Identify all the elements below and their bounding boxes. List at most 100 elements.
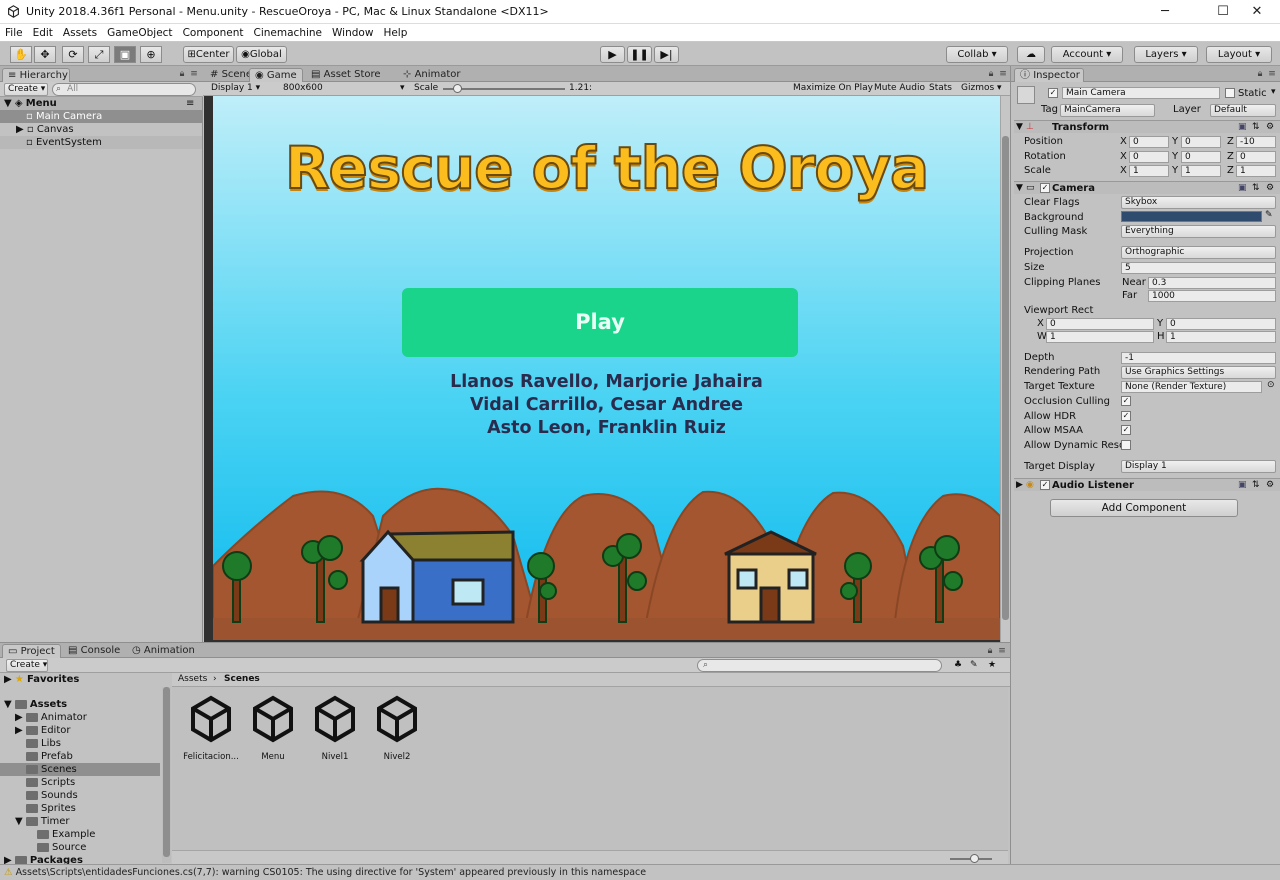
tree-folder-editor[interactable]: ▶ Editor — [0, 724, 160, 737]
tab-inspector[interactable]: ⓘ Inspector — [1014, 68, 1084, 82]
filter-type-icon[interactable]: ♣ — [954, 659, 962, 672]
tree-folder-scenes[interactable]: Scenes — [0, 763, 160, 776]
projection-dropdown[interactable]: Orthographic — [1121, 246, 1276, 259]
asset-scene-nivel2[interactable]: Nivel2 — [368, 695, 426, 762]
hierarchy-item-main-camera[interactable]: ▫ Main Camera — [0, 110, 202, 123]
menu-edit[interactable]: Edit — [28, 24, 58, 42]
object-picker-icon[interactable]: ⊙ — [1267, 379, 1275, 392]
transform-header[interactable]: ▼ ⊥ Transform ▣ ⇅ ⚙ — [1014, 120, 1280, 133]
rotate-tool-icon[interactable]: ⟳ — [62, 46, 84, 63]
audio-listener-header[interactable]: ▶ ◉ ✓ Audio Listener ▣ ⇅ ⚙ — [1014, 478, 1280, 491]
menu-gameobject[interactable]: GameObject — [102, 24, 177, 42]
step-button[interactable]: ▶| — [654, 46, 679, 63]
lock-icon[interactable]: 🔒︎ — [985, 646, 995, 656]
active-checkbox[interactable]: ✓ — [1048, 88, 1058, 98]
tree-folder-prefab[interactable]: Prefab — [0, 750, 160, 763]
rendering-path-dropdown[interactable]: Use Graphics Settings — [1121, 366, 1276, 379]
menu-window[interactable]: Window — [327, 24, 378, 42]
occlusion-culling-checkbox[interactable]: ✓ — [1121, 396, 1131, 406]
favorite-star-icon[interactable]: ★ — [988, 659, 996, 672]
hand-tool-icon[interactable]: ✋ — [10, 46, 32, 63]
scale-slider-thumb[interactable] — [453, 84, 462, 93]
help-icon[interactable]: ▣ — [1238, 121, 1247, 134]
breadcrumb-assets[interactable]: Assets — [178, 673, 207, 686]
layers-dropdown[interactable]: Layers ▾ — [1134, 46, 1198, 63]
position-z-field[interactable]: -10 — [1236, 136, 1276, 148]
scale-y-field[interactable]: 1 — [1181, 165, 1221, 177]
hierarchy-item-canvas[interactable]: ▶ ▫ Canvas — [0, 123, 202, 136]
layout-dropdown[interactable]: Layout ▾ — [1206, 46, 1272, 63]
gear-icon[interactable]: ⚙ — [1266, 479, 1274, 492]
position-x-field[interactable]: 0 — [1129, 136, 1169, 148]
tab-asset-store[interactable]: ▤ Asset Store — [306, 68, 386, 82]
allow-msaa-checkbox[interactable]: ✓ — [1121, 425, 1131, 435]
menu-component[interactable]: Component — [178, 24, 249, 42]
tree-assets[interactable]: ▼ Assets — [0, 698, 160, 711]
object-name-field[interactable]: Main Camera — [1062, 87, 1220, 99]
resolution-dropdown[interactable]: 800x600 ▾ — [283, 82, 408, 95]
close-button[interactable]: ✕ — [1234, 0, 1280, 24]
pivot-center-button[interactable]: ⊞Center — [183, 46, 234, 63]
tree-folder-scripts[interactable]: Scripts — [0, 776, 160, 789]
lock-icon[interactable]: 🔒︎ — [1255, 69, 1265, 79]
scrollbar-thumb[interactable] — [163, 687, 170, 857]
allow-dynamic-resolution-checkbox[interactable] — [1121, 440, 1131, 450]
static-dropdown-icon[interactable]: ▾ — [1271, 87, 1276, 97]
collab-button[interactable]: Collab ▾ — [946, 46, 1008, 63]
menu-assets[interactable]: Assets — [58, 24, 102, 42]
hierarchy-search-input[interactable]: All — [52, 83, 196, 96]
gear-icon[interactable]: ⚙ — [1266, 121, 1274, 134]
help-icon[interactable]: ▣ — [1238, 479, 1247, 492]
scale-tool-icon[interactable]: ⤢ — [88, 46, 110, 63]
panel-menu-icon[interactable]: ≡ — [1267, 69, 1277, 79]
tab-console[interactable]: ▤ Console — [63, 644, 125, 658]
move-tool-icon[interactable]: ✥ — [34, 46, 56, 63]
preset-icon[interactable]: ⇅ — [1252, 182, 1260, 195]
tab-project[interactable]: ▭ Project — [2, 644, 61, 658]
gear-icon[interactable]: ⚙ — [1266, 182, 1274, 195]
tag-dropdown[interactable]: MainCamera — [1060, 104, 1155, 117]
scene-menu-icon[interactable]: ≡ — [186, 97, 194, 110]
project-search-input[interactable] — [697, 659, 942, 672]
rotation-x-field[interactable]: 0 — [1129, 151, 1169, 163]
viewport-w-field[interactable]: 1 — [1046, 331, 1154, 343]
camera-enabled-checkbox[interactable]: ✓ — [1040, 183, 1050, 193]
maximize-on-play-toggle[interactable]: Maximize On Play — [793, 82, 873, 95]
help-icon[interactable]: ▣ — [1238, 182, 1247, 195]
tree-folder-sounds[interactable]: Sounds — [0, 789, 160, 802]
lock-icon[interactable]: 🔒︎ — [986, 69, 996, 79]
hierarchy-create-dropdown[interactable]: Create ▾ — [4, 83, 48, 96]
rect-tool-icon[interactable]: ▣ — [114, 46, 136, 63]
transform-tool-icon[interactable]: ⊕ — [140, 46, 162, 63]
tree-scrollbar[interactable] — [162, 687, 171, 863]
icon-size-slider-thumb[interactable] — [970, 854, 979, 863]
account-dropdown[interactable]: Account ▾ — [1051, 46, 1123, 63]
far-field[interactable]: 1000 — [1148, 290, 1276, 302]
play-button[interactable]: ▶ — [600, 46, 625, 63]
project-create-dropdown[interactable]: Create ▾ — [6, 659, 48, 672]
clear-flags-dropdown[interactable]: Skybox — [1121, 196, 1276, 209]
viewport-y-field[interactable]: 0 — [1166, 318, 1276, 330]
viewport-h-field[interactable]: 1 — [1166, 331, 1276, 343]
mute-audio-toggle[interactable]: Mute Audio — [874, 82, 925, 95]
asset-scene-felicitacion[interactable]: Felicitacion... — [182, 695, 240, 762]
pivot-global-button[interactable]: ◉Global — [236, 46, 287, 63]
scale-z-field[interactable]: 1 — [1236, 165, 1276, 177]
tree-folder-sprites[interactable]: Sprites — [0, 802, 160, 815]
game-scrollbar[interactable] — [1000, 96, 1010, 642]
panel-menu-icon[interactable]: ≡ — [997, 646, 1007, 656]
tree-folder-source[interactable]: Source — [0, 841, 160, 854]
panel-menu-icon[interactable]: ≡ — [998, 69, 1008, 79]
preset-icon[interactable]: ⇅ — [1252, 479, 1260, 492]
tree-favorites[interactable]: ▶ ★ Favorites — [0, 673, 160, 686]
asset-scene-nivel1[interactable]: Nivel1 — [306, 695, 364, 762]
tab-game[interactable]: ◉ Game — [249, 68, 303, 82]
tree-folder-libs[interactable]: Libs — [0, 737, 160, 750]
panel-menu-icon[interactable]: ≡ — [189, 69, 199, 79]
tree-folder-timer[interactable]: ▼ Timer — [0, 815, 160, 828]
near-field[interactable]: 0.3 — [1148, 277, 1276, 289]
hierarchy-item-eventsystem[interactable]: ▫ EventSystem — [0, 136, 202, 149]
minimize-button[interactable]: ─ — [1142, 0, 1188, 24]
scale-x-field[interactable]: 1 — [1129, 165, 1169, 177]
tab-animation[interactable]: ◷ Animation — [127, 644, 200, 658]
